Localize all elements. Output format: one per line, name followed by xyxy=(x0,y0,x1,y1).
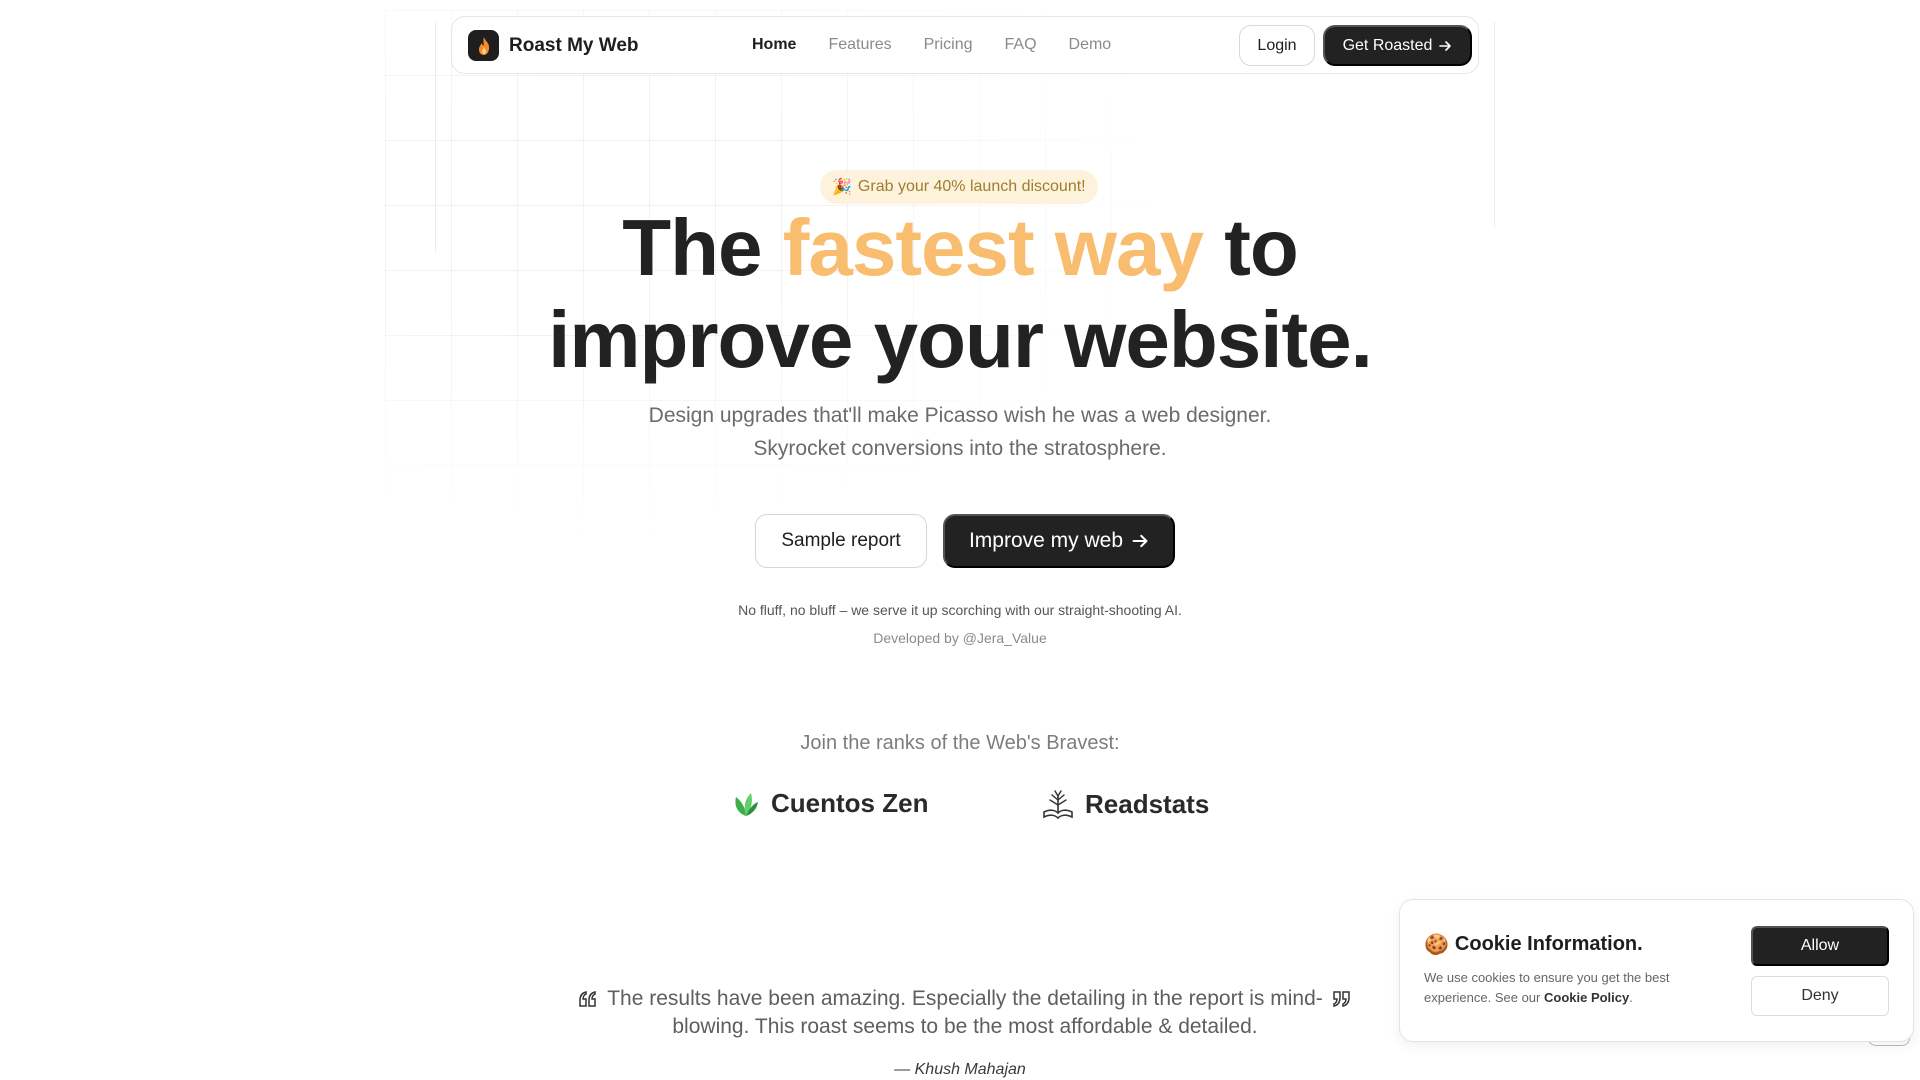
quote-open-icon xyxy=(579,991,596,1007)
login-button[interactable]: Login xyxy=(1239,25,1315,66)
quote-close-icon xyxy=(1333,991,1350,1007)
customer-logo-cuentos-zen: Cuentos Zen xyxy=(731,788,928,819)
hero-title-accent: fastest way xyxy=(782,203,1204,292)
leaf-icon xyxy=(735,792,758,816)
frame-line xyxy=(1494,22,1495,227)
cookie-policy-link[interactable]: Cookie Policy xyxy=(1544,990,1629,1005)
customer-logo-readstats: Readstats xyxy=(1041,788,1209,820)
improve-my-web-button[interactable]: Improve my web xyxy=(943,514,1175,568)
brand-name: Roast My Web xyxy=(509,34,639,56)
arrow-right-icon xyxy=(1132,534,1148,548)
nav-item-demo[interactable]: Demo xyxy=(1069,36,1112,54)
book-tree-icon xyxy=(1043,790,1073,820)
arrow-right-icon xyxy=(1439,40,1452,51)
testimonial-quote: The results have been amazing. Especiall… xyxy=(607,987,1323,1038)
flame-logo-icon xyxy=(468,30,499,61)
cookie-title: 🍪 Cookie Information. xyxy=(1424,932,1643,957)
brand[interactable]: Roast My Web xyxy=(468,30,639,61)
get-roasted-label: Get Roasted xyxy=(1342,36,1433,54)
nav-item-features[interactable]: Features xyxy=(828,36,891,54)
hero-note: No fluff, no bluff – we serve it up scor… xyxy=(738,602,1182,618)
top-navbar: Roast My Web Home Features Pricing FAQ D… xyxy=(451,16,1479,74)
nav-links: Home Features Pricing FAQ Demo xyxy=(752,36,1111,54)
party-popper-icon: 🎉 xyxy=(832,179,852,196)
hero-subtitle-2: Skyrocket conversions into the stratosph… xyxy=(753,437,1167,460)
get-roasted-button[interactable]: Get Roasted xyxy=(1323,25,1472,66)
cookie-text: We use cookies to ensure you get the bes… xyxy=(1424,970,1670,1005)
customer-name: Readstats xyxy=(1085,788,1210,819)
social-proof-heading: Join the ranks of the Web's Bravest: xyxy=(800,732,1120,754)
hero-subtitle-1: Design upgrades that'll make Picasso wis… xyxy=(648,404,1272,427)
allow-cookies-button[interactable]: Allow xyxy=(1751,926,1889,966)
cookie-icon: 🍪 xyxy=(1424,934,1449,956)
badge-label: Grab your 40% launch discount! xyxy=(857,178,1086,195)
nav-item-faq[interactable]: FAQ xyxy=(1005,36,1037,54)
cookie-title-text: Cookie Information. xyxy=(1454,933,1643,955)
launch-discount-badge[interactable]: 🎉 Grab your 40% launch discount! xyxy=(820,170,1098,204)
nav-item-home[interactable]: Home xyxy=(752,36,796,54)
customer-name: Cuentos Zen xyxy=(771,788,929,818)
hero-title-end: to xyxy=(1224,203,1299,292)
hero-title-line-2: improve your website. xyxy=(548,295,1373,384)
hero-title-start: The xyxy=(622,203,762,292)
sample-report-button[interactable]: Sample report xyxy=(755,514,927,568)
improve-label: Improve my web xyxy=(968,529,1124,552)
testimonial-author: — Khush Mahajan xyxy=(894,1061,1026,1078)
cookie-banner: 🍪 Cookie Information. We use cookies to … xyxy=(1399,899,1914,1042)
deny-cookies-button[interactable]: Deny xyxy=(1751,976,1889,1016)
developer-credit[interactable]: Developed by @Jera_Value xyxy=(0,630,1920,646)
nav-item-pricing[interactable]: Pricing xyxy=(924,36,973,54)
hero-title-line-1: The fastest way to xyxy=(0,208,1920,288)
